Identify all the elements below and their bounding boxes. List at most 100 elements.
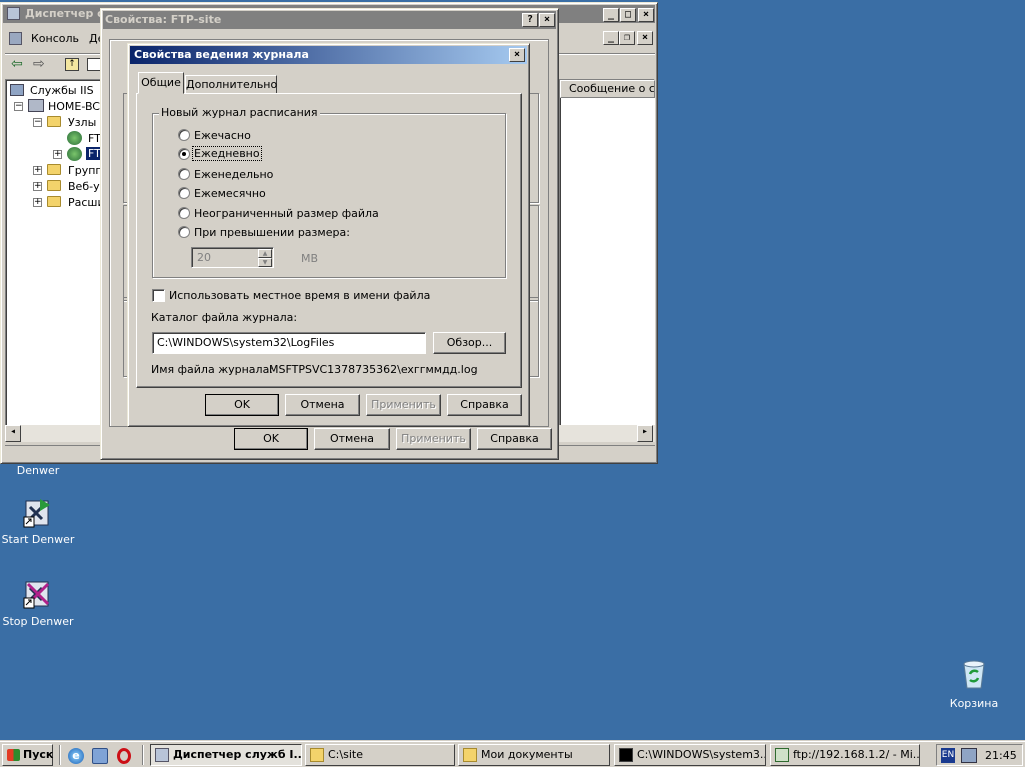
back-icon[interactable]: ⇦	[11, 56, 23, 72]
radio-unlimited-label[interactable]: Неограниченный размер файла	[194, 207, 379, 220]
radio-monthly[interactable]	[178, 187, 190, 199]
schedule-group-label: Новый журнал расписания	[159, 106, 320, 119]
ok-button[interactable]: OK	[234, 428, 308, 450]
forward-icon[interactable]: ⇨	[33, 56, 45, 72]
menu-console[interactable]: Консоль	[31, 32, 79, 45]
apply-button[interactable]: Применить	[396, 428, 471, 450]
start-button[interactable]: Пуск	[2, 744, 53, 766]
size-spinner[interactable]: 20 ▲ ▼	[191, 247, 274, 268]
ftp-site-icon	[67, 147, 82, 161]
column-header-label: Сообщение о сос	[569, 82, 655, 95]
radio-unlimited[interactable]	[178, 207, 190, 219]
log-dir-input[interactable]: C:\WINDOWS\system32\LogFiles	[152, 332, 426, 354]
clock[interactable]: 21:45	[985, 749, 1017, 762]
host-collapse-icon[interactable]: −	[14, 102, 23, 111]
local-time-checkbox[interactable]	[152, 289, 165, 302]
radio-hourly-label[interactable]: Ежечасно	[194, 129, 251, 142]
task-site-folder[interactable]: C:\site	[305, 744, 455, 766]
recycle-bin-icon[interactable]	[958, 658, 990, 690]
ok-button[interactable]: OK	[205, 394, 279, 416]
windows-logo-icon	[7, 749, 20, 761]
tab-advanced-label: Дополнительно	[186, 78, 278, 91]
status-column-header[interactable]: Сообщение о сос	[560, 80, 655, 98]
language-indicator[interactable]: EN	[941, 748, 955, 763]
desktop-label-denwer[interactable]: Denwer	[0, 464, 78, 477]
close-button[interactable]: ×	[638, 8, 654, 22]
task-ftp-browser[interactable]: ftp://192.168.1.2/ - Mi...	[770, 744, 920, 766]
radio-over-size-label[interactable]: При превышении размера:	[194, 226, 350, 239]
cancel-button[interactable]: Отмена	[285, 394, 360, 416]
task-cmd[interactable]: C:\WINDOWS\system3...	[614, 744, 766, 766]
folder-icon	[47, 180, 61, 191]
network-icon[interactable]	[961, 748, 977, 763]
ie-icon[interactable]: e	[68, 748, 84, 764]
radio-daily[interactable]	[178, 148, 190, 160]
tree-app-pools[interactable]: Групп	[68, 164, 103, 177]
cancel-button[interactable]: Отмена	[314, 428, 390, 450]
ext-expand-icon[interactable]: +	[33, 198, 42, 207]
web-expand-icon[interactable]: +	[33, 182, 42, 191]
taskbar-separator	[59, 745, 61, 765]
tab-advanced[interactable]: Дополнительно	[185, 75, 277, 94]
radio-over-size[interactable]	[178, 226, 190, 238]
tree-host[interactable]: HOME-BC7	[48, 100, 107, 113]
tab-general-label: Общие	[141, 76, 181, 89]
radio-weekly-label[interactable]: Еженедельно	[194, 168, 273, 181]
spinner-down-button[interactable]: ▼	[258, 258, 272, 267]
help-button[interactable]: Справка	[477, 428, 552, 450]
tree-site-1[interactable]: FT	[88, 132, 101, 145]
minimize-button[interactable]: _	[603, 8, 619, 22]
tab-general[interactable]: Общие	[138, 72, 184, 94]
tree-pane: Службы IIS − HOME-BC7 − Узлы F FT + FT +…	[5, 79, 107, 427]
radio-daily-label[interactable]: Ежедневно	[192, 146, 262, 161]
groups-expand-icon[interactable]: +	[33, 166, 42, 175]
logging-properties-dialog: Свойства ведения журнала × Общие Дополни…	[127, 43, 530, 427]
iis-manager-title: Диспетчер с	[25, 7, 104, 20]
close-button[interactable]: ×	[539, 13, 555, 27]
local-time-label[interactable]: Использовать местное время в имени файла	[169, 289, 430, 302]
sites-collapse-icon[interactable]: −	[33, 118, 42, 127]
folder-icon	[47, 116, 61, 127]
opera-icon[interactable]	[117, 748, 131, 764]
task-my-documents[interactable]: Мои документы	[458, 744, 610, 766]
start-denwer-label[interactable]: Start Denwer	[0, 533, 78, 546]
help-caption-button[interactable]: ?	[522, 13, 538, 27]
logging-dialog-title: Свойства ведения журнала	[134, 48, 309, 61]
recycle-bin-label[interactable]: Корзина	[934, 697, 1014, 710]
computer-icon	[28, 99, 44, 112]
console-icon	[619, 748, 633, 762]
child-restore-button[interactable]: ❐	[619, 31, 635, 45]
child-minimize-button[interactable]: _	[603, 31, 619, 45]
folder-icon	[310, 748, 324, 762]
child-close-button[interactable]: ×	[637, 31, 653, 45]
task-iis-manager[interactable]: Диспетчер служб I...	[150, 744, 302, 766]
maximize-button[interactable]: □	[620, 8, 636, 22]
scroll-right-button[interactable]: ▸	[637, 425, 653, 442]
scroll-left-button[interactable]: ◂	[5, 425, 21, 442]
schedule-group: Новый журнал расписания Ежечасно Ежеднев…	[152, 106, 506, 278]
spinner-up-button[interactable]: ▲	[258, 249, 272, 258]
apply-button[interactable]: Применить	[366, 394, 441, 416]
console-icon	[9, 32, 22, 45]
radio-hourly[interactable]	[178, 129, 190, 141]
close-button[interactable]: ×	[509, 48, 525, 62]
site2-expand-icon[interactable]: +	[53, 150, 62, 159]
details-pane: Сообщение о сос	[559, 79, 655, 427]
show-desktop-icon[interactable]	[92, 748, 108, 764]
iis-root-icon	[10, 84, 24, 96]
folder-icon	[47, 196, 61, 207]
radio-monthly-label[interactable]: Ежемесячно	[194, 187, 266, 200]
logging-dialog-titlebar[interactable]: Свойства ведения журнала	[130, 46, 527, 64]
help-button[interactable]: Справка	[447, 394, 522, 416]
stop-denwer-icon[interactable]	[22, 578, 54, 610]
show-tree-icon[interactable]	[87, 58, 101, 71]
radio-weekly[interactable]	[178, 168, 190, 180]
iis-app-icon	[155, 748, 169, 762]
stop-denwer-label[interactable]: Stop Denwer	[0, 615, 78, 628]
ftp-props-titlebar[interactable]: Свойства: FTP-site	[103, 11, 556, 29]
up-level-icon[interactable]: ↑	[65, 58, 79, 71]
browse-button[interactable]: Обзор...	[433, 332, 506, 354]
start-denwer-icon[interactable]	[22, 497, 54, 529]
tree-root[interactable]: Службы IIS	[30, 84, 94, 97]
log-dir-value: C:\WINDOWS\system32\LogFiles	[157, 336, 335, 349]
